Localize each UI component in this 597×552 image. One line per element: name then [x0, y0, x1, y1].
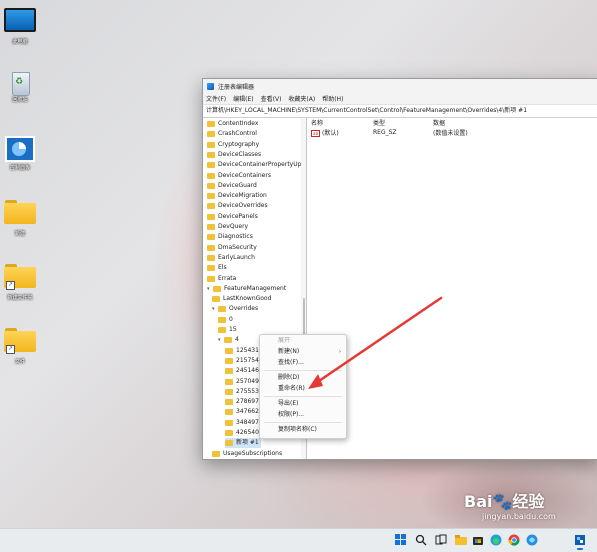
store-icon[interactable] — [472, 534, 484, 546]
annotation-arrow — [308, 296, 443, 389]
task-view-icon[interactable] — [435, 534, 447, 546]
active-indicator — [577, 548, 583, 550]
chrome-icon[interactable] — [508, 534, 520, 546]
watermark-mark: 经验 — [512, 492, 545, 511]
windows-start-icon[interactable] — [395, 534, 407, 546]
taskbar — [0, 528, 597, 552]
watermark-url: jingyan.baidu.com — [482, 512, 556, 521]
paw-icon: 🐾 — [492, 492, 513, 511]
watermark-brand: Bai — [464, 492, 493, 511]
regedit-icon[interactable] — [574, 534, 586, 550]
watermark: Bai🐾经验 jingyan.baidu.com — [464, 488, 556, 521]
edge-icon[interactable] — [490, 534, 502, 546]
app-icon[interactable] — [526, 534, 538, 546]
search-icon[interactable] — [415, 534, 427, 546]
file-explorer-icon[interactable] — [455, 534, 467, 546]
